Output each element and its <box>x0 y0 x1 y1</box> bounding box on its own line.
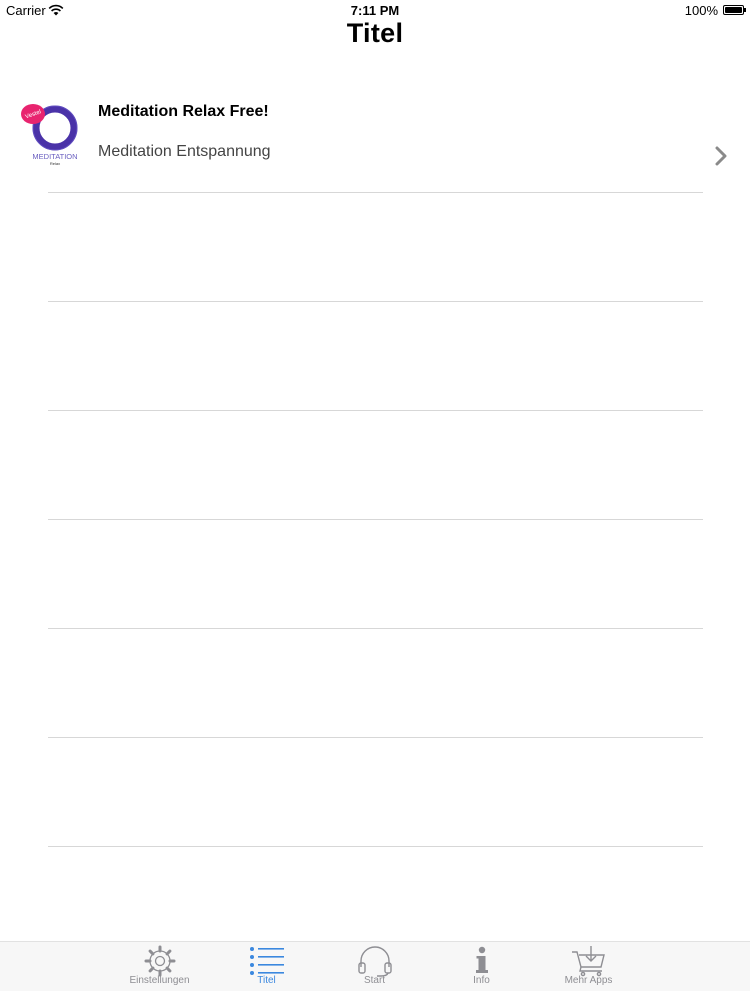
tab-einstellungen[interactable]: Einstellungen <box>106 942 213 992</box>
empty-row <box>0 738 750 847</box>
tab-label: Titel <box>257 975 276 986</box>
icon-caption: MEDITATION <box>32 152 77 161</box>
tab-titel[interactable]: Titel <box>213 942 320 992</box>
bottom-strip <box>0 991 750 1000</box>
app-icon: Vestel MEDITATION Relax <box>21 104 78 166</box>
page-title: Titel <box>346 18 404 48</box>
tab-mehr-apps[interactable]: Mehr Apps <box>535 942 642 992</box>
item-subtitle: Meditation Entspannung <box>98 143 271 160</box>
tab-label: Info <box>473 975 490 986</box>
tab-start[interactable]: Start <box>321 942 428 992</box>
row-separator <box>48 846 703 847</box>
list-icon <box>249 947 284 975</box>
tab-bar: Einstellungen Titel Start Info Mehr Apps <box>0 941 750 992</box>
empty-row <box>0 193 750 302</box>
tab-label: Einstellungen <box>129 975 190 986</box>
chevron-right-icon <box>715 146 727 166</box>
list-item[interactable]: Vestel MEDITATION Relax Meditation Relax… <box>0 84 750 193</box>
empty-row <box>0 629 750 738</box>
battery-icon <box>723 5 746 15</box>
item-title: Meditation Relax Free! <box>98 103 269 120</box>
tab-label: Mehr Apps <box>564 975 613 986</box>
title-list: Vestel MEDITATION Relax Meditation Relax… <box>0 84 750 847</box>
headphones-icon <box>357 946 392 977</box>
cart-icon <box>571 946 605 977</box>
empty-row <box>0 302 750 411</box>
clock: 7:11 PM <box>350 3 400 18</box>
tab-label: Start <box>363 975 386 986</box>
empty-row <box>0 411 750 520</box>
icon-subcaption: Relax <box>50 161 60 166</box>
empty-row <box>0 520 750 629</box>
tab-info[interactable]: Info <box>428 942 535 992</box>
battery-percentage: 100% <box>684 3 718 18</box>
gear-icon <box>144 945 175 977</box>
info-icon <box>475 946 488 973</box>
